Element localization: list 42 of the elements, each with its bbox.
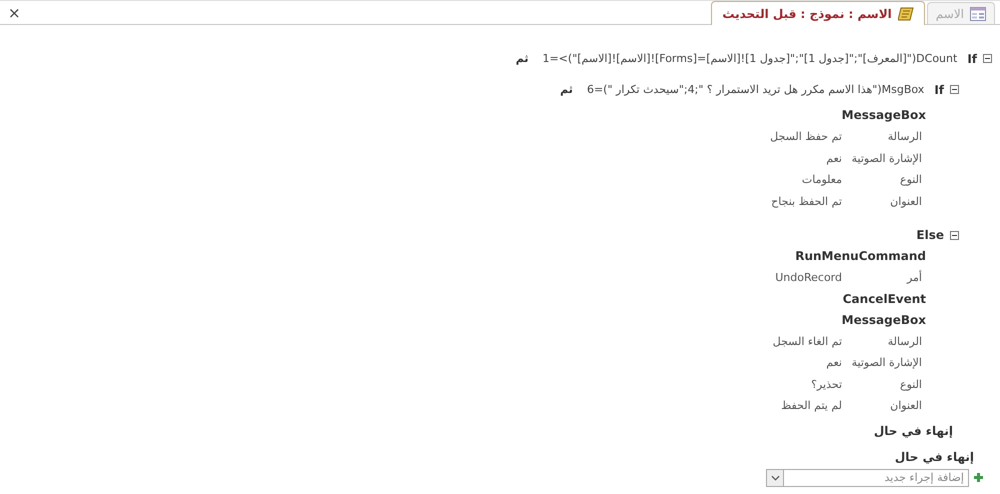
argument-value[interactable]: تم الغاء السجل: [772, 334, 842, 348]
action-name[interactable]: MessageBox: [842, 310, 926, 330]
then-keyword: ثم: [560, 83, 573, 96]
then-keyword: ثم: [516, 52, 528, 65]
argument-label: العنوان: [889, 399, 922, 412]
condition-expression[interactable]: MsgBox("هذا الاسم مكرر هل تريد الاستمرار ؟ ";4;"سيحدث تكرار ")=6: [586, 83, 924, 96]
argument-value[interactable]: UndoRecord: [775, 271, 842, 284]
argument-value[interactable]: نعم: [826, 356, 842, 370]
argument-label: العنوان: [889, 194, 922, 208]
argument-label: الرسالة: [886, 130, 922, 144]
argument-value[interactable]: لم يتم الحفظ: [781, 399, 842, 412]
action-name[interactable]: RunMenuCommand: [795, 246, 926, 267]
argument-label: الإشارة الصوتية: [850, 152, 922, 165]
document-tab[interactable]: الاسم : نموذج : قبل التحديث: [711, 1, 925, 25]
if-keyword: If: [967, 52, 977, 66]
argument-label: النوع: [899, 173, 922, 186]
action-name[interactable]: MessageBox: [842, 105, 926, 126]
argument-label: النوع: [899, 378, 922, 391]
add-action-field[interactable]: إضافة إجراء جديد: [783, 468, 969, 486]
else-keyword: Else: [916, 228, 944, 242]
dropdown-button[interactable]: [766, 468, 783, 486]
form-icon: [970, 6, 986, 20]
end-if-keyword: إنهاء في حال: [894, 450, 974, 464]
argument-value[interactable]: تم الحفظ بنجاح: [771, 194, 842, 208]
if-keyword: If: [934, 82, 944, 96]
argument-label: الرسالة: [886, 334, 922, 348]
argument-label: أمر: [906, 271, 922, 284]
collapse-icon[interactable]: [983, 54, 992, 63]
scroll-icon: [898, 6, 914, 20]
condition-expression[interactable]: DCount("[المعرف]";"[جدول 1]";"[جدول 1]![الاسم]=[Forms]![الاسم]![الاسم]")>=1: [542, 52, 958, 65]
argument-value[interactable]: نعم: [826, 152, 842, 165]
end-if-keyword: إنهاء في حال: [874, 424, 953, 438]
close-button[interactable]: ×: [2, 2, 27, 24]
argument-value[interactable]: معلومات: [802, 173, 842, 186]
collapse-icon[interactable]: [950, 85, 959, 94]
argument-value[interactable]: تم حفظ السجل: [770, 130, 842, 144]
action-name[interactable]: CancelEvent: [842, 288, 926, 310]
collapse-icon[interactable]: [950, 230, 959, 240]
argument-value[interactable]: تحذير؟: [811, 378, 842, 391]
argument-label: الإشارة الصوتية: [850, 356, 922, 370]
caret-icon: [770, 474, 780, 480]
add-icon[interactable]: [974, 473, 983, 482]
